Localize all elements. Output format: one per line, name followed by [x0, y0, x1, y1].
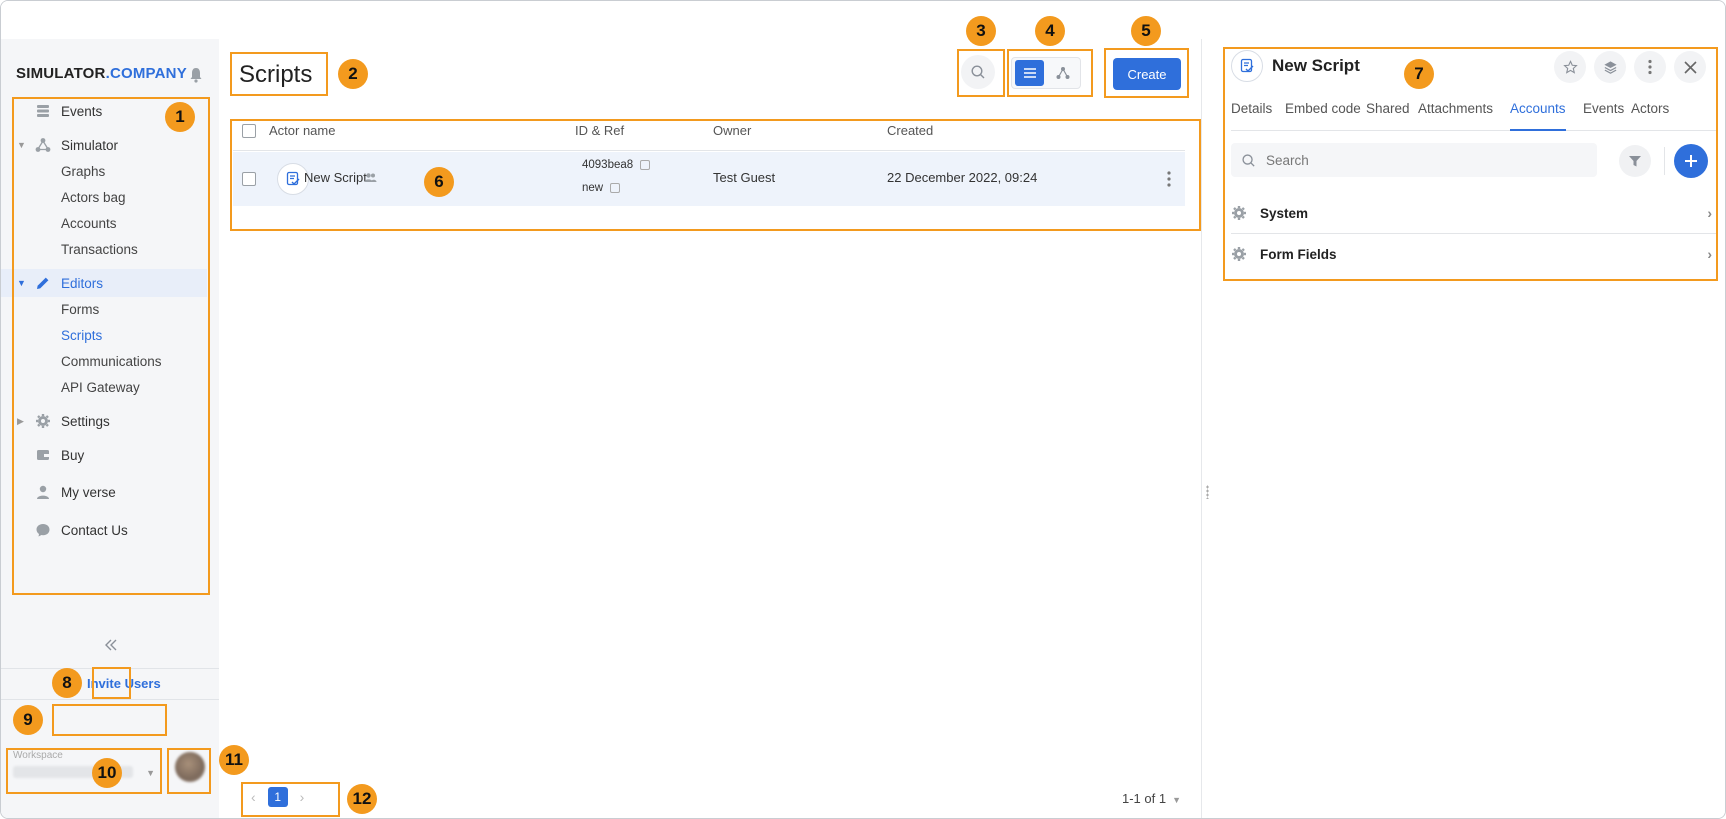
- page-range-info[interactable]: 1-1 of 1 ▼: [1122, 791, 1181, 806]
- annotation-badge-1: 1: [165, 102, 195, 132]
- annotation-box-1: [12, 97, 210, 595]
- dropdown-arrow-icon: ▼: [1172, 795, 1182, 805]
- annotation-badge-4: 4: [1035, 16, 1065, 46]
- brand-name: SIMULATOR: [16, 65, 106, 82]
- collapse-sidebar-button[interactable]: [97, 631, 125, 659]
- annotation-badge-10: 10: [92, 758, 122, 788]
- page-range-label: 1-1 of 1: [1122, 791, 1167, 806]
- brand-domain: .COMPANY: [105, 65, 187, 82]
- annotation-badge-9: 9: [13, 705, 43, 735]
- annotation-badge-2: 2: [338, 59, 368, 89]
- annotation-box-6: [230, 119, 1201, 231]
- annotation-badge-8: 8: [52, 668, 82, 698]
- annotation-badge-5: 5: [1131, 16, 1161, 46]
- annotation-badge-6: 6: [424, 167, 454, 197]
- annotation-box-4: [1007, 49, 1093, 97]
- annotation-badge-11: 11: [219, 745, 249, 775]
- sidebar-divider: [1, 699, 219, 700]
- panel-splitter[interactable]: [1201, 39, 1213, 818]
- annotation-badge-3: 3: [966, 16, 996, 46]
- annotation-box-9: [52, 704, 167, 736]
- annotation-box-2: [230, 52, 328, 96]
- annotation-box-12: [241, 782, 340, 817]
- app-window: SIMULATOR.COMPANY Events ▼ Simulator Gra…: [0, 0, 1726, 819]
- annotation-box-8: [92, 667, 131, 699]
- annotation-box-5: [1104, 48, 1189, 98]
- double-chevron-left-icon: [105, 639, 117, 651]
- annotation-box-10: [6, 748, 162, 794]
- annotation-box-3: [957, 49, 1005, 97]
- brand-logo[interactable]: SIMULATOR.COMPANY: [16, 65, 187, 82]
- annotation-box-11: [167, 748, 211, 794]
- drag-handle-icon[interactable]: [1206, 485, 1209, 499]
- annotation-box-7: [1223, 47, 1718, 281]
- annotation-badge-7: 7: [1404, 59, 1434, 89]
- bell-icon[interactable]: [189, 67, 203, 83]
- annotation-badge-12: 12: [347, 784, 377, 814]
- window-top-bar: [1, 1, 1725, 39]
